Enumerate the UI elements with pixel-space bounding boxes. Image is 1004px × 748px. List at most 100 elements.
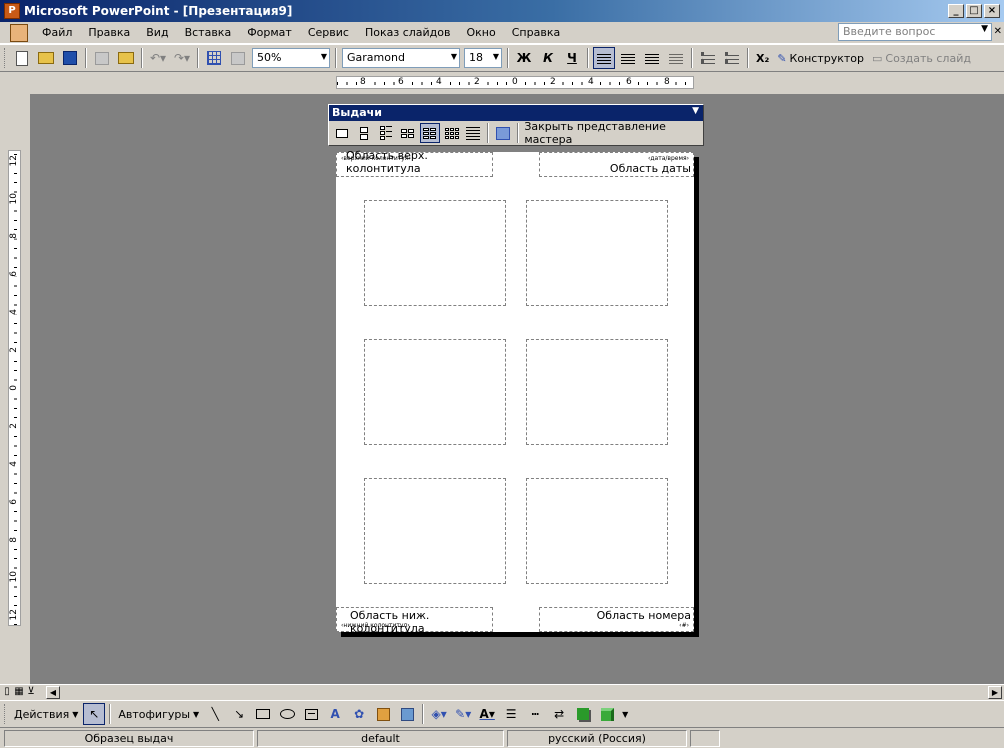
align-right-button[interactable] bbox=[641, 47, 663, 69]
maximize-button[interactable]: □ bbox=[966, 4, 982, 18]
slide-slot-3[interactable] bbox=[364, 339, 506, 445]
handout-toolbar-caption[interactable]: Выдачи ▼ bbox=[329, 105, 703, 121]
layout-4-slides-button[interactable] bbox=[398, 123, 418, 143]
undo-button[interactable]: ↶▾ bbox=[147, 47, 169, 69]
menu-help[interactable]: Справка bbox=[504, 23, 568, 43]
toolbar-grip[interactable] bbox=[4, 704, 7, 724]
actions-label: Действия bbox=[14, 707, 70, 721]
menu-view[interactable]: Вид bbox=[138, 23, 176, 43]
menu-format[interactable]: Формат bbox=[239, 23, 300, 43]
oval-button[interactable] bbox=[276, 703, 298, 725]
arrow-style-button[interactable]: ⇄ bbox=[548, 703, 570, 725]
align-left-button[interactable] bbox=[593, 47, 615, 69]
master-layout-icon bbox=[496, 126, 511, 140]
clipart-button[interactable] bbox=[372, 703, 394, 725]
line-style-button[interactable]: ☰ bbox=[500, 703, 522, 725]
shadow-button[interactable] bbox=[572, 703, 594, 725]
menu-edit[interactable]: Правка bbox=[80, 23, 138, 43]
font-size-combo[interactable]: 18 ▼ bbox=[464, 48, 502, 68]
menu-insert[interactable]: Вставка bbox=[177, 23, 240, 43]
font-color-button[interactable]: A▾ bbox=[476, 703, 498, 725]
font-combo[interactable]: Garamond ▼ bbox=[342, 48, 460, 68]
close-document-icon[interactable]: ✕ bbox=[994, 26, 1002, 37]
fill-color-button[interactable]: ◈▾ bbox=[428, 703, 450, 725]
open-button[interactable] bbox=[35, 47, 57, 69]
align-center-button[interactable] bbox=[617, 47, 639, 69]
slide-slot-4[interactable] bbox=[526, 339, 668, 445]
chevron-down-icon[interactable]: ▼ bbox=[692, 106, 699, 116]
scroll-left-icon[interactable]: ◀ bbox=[46, 686, 60, 699]
ask-question-input[interactable]: Введите вопрос ▼ bbox=[838, 23, 992, 41]
menu-slideshow[interactable]: Показ слайдов bbox=[357, 23, 459, 43]
window-title: Microsoft PowerPoint - [Презентация9] bbox=[24, 4, 293, 18]
view-buttons: ▯ ▦ ⊻ bbox=[2, 686, 36, 698]
handout-master-layout-button[interactable] bbox=[493, 123, 513, 143]
ask-question-placeholder: Введите вопрос bbox=[843, 25, 936, 38]
close-button[interactable]: × bbox=[984, 4, 1000, 18]
dash-style-button[interactable]: ┅ bbox=[524, 703, 546, 725]
italic-button[interactable]: К bbox=[537, 47, 559, 69]
layout-2-slides-button[interactable] bbox=[354, 123, 374, 143]
arrow-button[interactable]: ↘ bbox=[228, 703, 250, 725]
insert-table-button[interactable] bbox=[203, 47, 225, 69]
line-button[interactable]: ╲ bbox=[204, 703, 226, 725]
autoshapes-menu[interactable]: Автофигуры ▼ bbox=[114, 708, 203, 721]
powerpoint-app-icon[interactable]: P bbox=[4, 3, 20, 19]
horizontal-scrollbar[interactable]: ▯ ▦ ⊻ ◀ ▶ bbox=[0, 684, 1004, 700]
slide-sorter-view-icon[interactable]: ▦ bbox=[14, 686, 24, 698]
menu-window[interactable]: Окно bbox=[459, 23, 504, 43]
document-icon[interactable] bbox=[10, 23, 28, 42]
underline-button[interactable]: Ч bbox=[561, 47, 583, 69]
slide-icon-button[interactable] bbox=[227, 47, 249, 69]
redo-button[interactable]: ↷▾ bbox=[171, 47, 193, 69]
bullets-button[interactable] bbox=[721, 47, 743, 69]
zoom-combo[interactable]: 50% ▼ bbox=[252, 48, 330, 68]
textbox-button[interactable] bbox=[300, 703, 322, 725]
close-master-view-button[interactable]: Закрыть представление мастера bbox=[522, 120, 701, 146]
slide-slot-5[interactable] bbox=[364, 478, 506, 584]
slide-slot-1[interactable] bbox=[364, 200, 506, 306]
select-objects-button[interactable]: ↖ bbox=[83, 703, 106, 725]
new-button[interactable] bbox=[11, 47, 33, 69]
header-placeholder[interactable]: ‹верхний колонтитул› Область верх. колон… bbox=[336, 149, 493, 177]
minimize-button[interactable]: _ bbox=[948, 4, 964, 18]
copy-button[interactable] bbox=[91, 47, 113, 69]
toolbar-grip[interactable] bbox=[4, 48, 7, 68]
menu-tools[interactable]: Сервис bbox=[300, 23, 357, 43]
undo-icon: ↶▾ bbox=[149, 51, 167, 65]
layout-6-slides-button[interactable] bbox=[419, 123, 440, 143]
wordart-button[interactable]: A bbox=[324, 703, 346, 725]
save-button[interactable] bbox=[59, 47, 81, 69]
new-slide-button[interactable]: ▭ Создать слайд bbox=[868, 52, 975, 65]
bold-button[interactable]: Ж bbox=[513, 47, 535, 69]
subscript-button[interactable]: X₂ bbox=[752, 52, 773, 65]
number-field-code: ‹#› bbox=[679, 622, 689, 629]
toolbar-options-button[interactable]: ▼ bbox=[620, 703, 630, 725]
3d-button[interactable] bbox=[596, 703, 618, 725]
scroll-right-icon[interactable]: ▶ bbox=[988, 686, 1002, 699]
paste-button[interactable] bbox=[115, 47, 137, 69]
number-placeholder[interactable]: Область номера ‹#› bbox=[539, 607, 694, 632]
slideshow-view-icon[interactable]: ⊻ bbox=[26, 686, 36, 698]
slide-slot-2[interactable] bbox=[526, 200, 668, 306]
separator bbox=[747, 48, 749, 68]
picture-button[interactable] bbox=[396, 703, 418, 725]
layout-9-slides-button[interactable] bbox=[442, 123, 462, 143]
footer-placeholder[interactable]: Область ниж. колонтитула ‹нижний колонти… bbox=[336, 607, 493, 635]
normal-view-icon[interactable]: ▯ bbox=[2, 686, 12, 698]
justify-button[interactable] bbox=[665, 47, 687, 69]
numbering-button[interactable] bbox=[697, 47, 719, 69]
designer-button[interactable]: ✎ Конструктор bbox=[773, 52, 868, 65]
diagram-button[interactable]: ✿ bbox=[348, 703, 370, 725]
rectangle-button[interactable] bbox=[252, 703, 274, 725]
layout-outline-button[interactable] bbox=[464, 123, 484, 143]
menu-file[interactable]: Файл bbox=[34, 23, 80, 43]
line-color-button[interactable]: ✎▾ bbox=[452, 703, 474, 725]
date-placeholder[interactable]: ‹дата/время› Область даты bbox=[539, 152, 694, 177]
slide-slot-6[interactable] bbox=[526, 478, 668, 584]
handout-page[interactable]: ‹верхний колонтитул› Область верх. колон… bbox=[336, 149, 694, 635]
font-size-value: 18 bbox=[469, 51, 483, 64]
layout-3-slides-button[interactable] bbox=[376, 123, 396, 143]
layout-1-slide-button[interactable] bbox=[332, 123, 352, 143]
actions-menu[interactable]: Действия ▼ bbox=[10, 708, 82, 721]
